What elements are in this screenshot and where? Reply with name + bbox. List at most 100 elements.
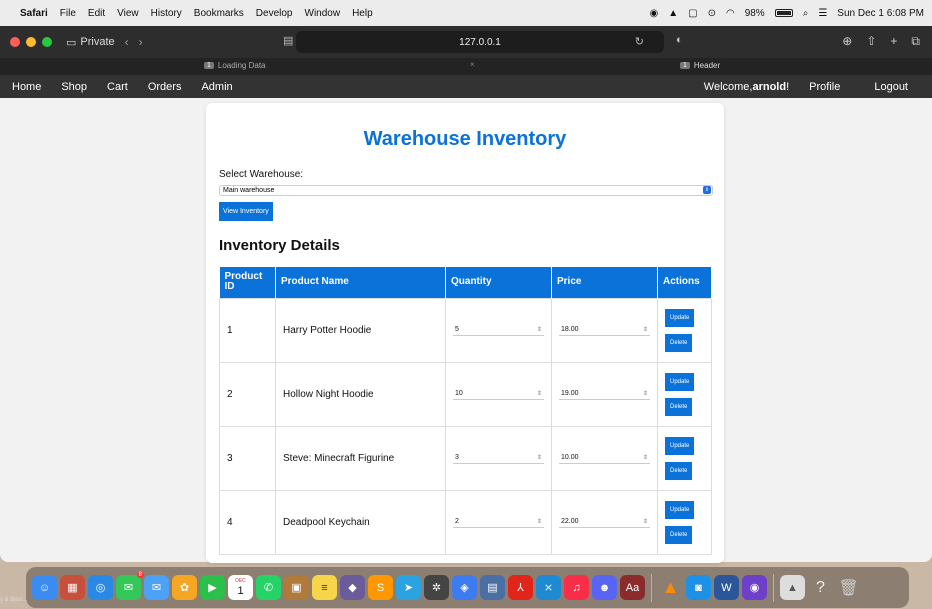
zoom-window-icon[interactable]	[42, 37, 52, 47]
nav-home[interactable]: Home	[0, 81, 51, 93]
mail-icon[interactable]: ✉	[144, 575, 169, 600]
nav-logout[interactable]: Logout	[850, 81, 932, 93]
battery-icon[interactable]	[774, 9, 793, 17]
back-icon[interactable]: ‹	[125, 35, 129, 49]
menu-bookmarks[interactable]: Bookmarks	[194, 8, 244, 19]
tab-overview-icon[interactable]: ▤	[283, 34, 293, 47]
view-inventory-button[interactable]: View Inventory	[219, 202, 273, 221]
quantity-input[interactable]: 2 ⇕	[453, 517, 544, 528]
whatsapp-icon[interactable]: ✆	[256, 575, 281, 600]
menu-history[interactable]: History	[151, 8, 182, 19]
close-tab-icon[interactable]: ×	[470, 60, 475, 69]
inventory-card: Warehouse Inventory Select Warehouse: Ma…	[206, 103, 724, 563]
chatgpt-icon[interactable]: ✲	[424, 575, 449, 600]
screen-mirror-icon[interactable]: ▢	[688, 8, 697, 19]
menu-app-name[interactable]: Safari	[20, 8, 48, 19]
download-icon[interactable]: ⊕	[842, 34, 852, 49]
private-indicator[interactable]: ▭ Private	[66, 36, 115, 49]
menu-edit[interactable]: Edit	[88, 8, 105, 19]
acrobat-icon[interactable]: ⅄	[508, 575, 533, 600]
nav-admin[interactable]: Admin	[191, 81, 242, 93]
nav-shop[interactable]: Shop	[51, 81, 97, 93]
matlab-icon[interactable]: ◆	[340, 575, 365, 600]
update-button[interactable]: Update	[665, 436, 695, 455]
nav-cart[interactable]: Cart	[97, 81, 138, 93]
stepper-icon[interactable]: ⇕	[643, 325, 648, 335]
spotlight-icon[interactable]: ⌕	[803, 8, 809, 19]
calendar-icon[interactable]: DEC 1	[228, 575, 253, 600]
quantity-input[interactable]: 5 ⇕	[453, 325, 544, 336]
notes-icon[interactable]: ≡	[312, 575, 337, 600]
minimize-window-icon[interactable]	[26, 37, 36, 47]
preview-icon[interactable]: ▲	[780, 575, 805, 600]
menu-window[interactable]: Window	[305, 8, 341, 19]
nav-orders[interactable]: Orders	[138, 81, 192, 93]
price-input[interactable]: 10.00 ⇕	[559, 453, 650, 464]
github-icon[interactable]: ◉	[742, 575, 767, 600]
clock[interactable]: Sun Dec 1 6:08 PM	[837, 8, 924, 19]
menu-file[interactable]: File	[60, 8, 76, 19]
new-tab-icon[interactable]: +	[890, 34, 897, 49]
play-icon[interactable]: ⊙	[708, 8, 716, 19]
facetime-icon[interactable]: ▶	[200, 575, 225, 600]
safari-icon[interactable]: ◎	[88, 575, 113, 600]
control-center-icon[interactable]: ☰	[818, 8, 827, 19]
forward-icon[interactable]: ›	[139, 35, 143, 49]
tableplus-icon[interactable]: ▤	[480, 575, 505, 600]
share-icon[interactable]: ⇧	[866, 34, 876, 49]
welcome-prefix: Welcome,	[703, 80, 753, 93]
vlc-menu-icon[interactable]: ▲	[668, 8, 678, 19]
messages-icon[interactable]: ✉ 8	[116, 572, 144, 600]
update-button[interactable]: Update	[665, 372, 695, 391]
menu-help[interactable]: Help	[352, 8, 373, 19]
stepper-icon[interactable]: ⇕	[643, 517, 648, 527]
app-icon[interactable]: ▣	[284, 575, 309, 600]
vlc-icon[interactable]: ▲	[658, 575, 683, 600]
stepper-icon[interactable]: ⇕	[643, 389, 648, 399]
trash-icon[interactable]: 🗑	[836, 575, 861, 600]
docker-icon[interactable]: ◙	[686, 575, 711, 600]
address-bar[interactable]: 127.0.0.1 ↻	[296, 31, 664, 53]
stepper-icon[interactable]: ⇕	[643, 453, 648, 463]
reload-icon[interactable]: ↻	[635, 35, 644, 48]
quantity-input[interactable]: 3 ⇕	[453, 453, 544, 464]
price-input[interactable]: 18.00 ⇕	[559, 325, 650, 336]
dictionary-icon[interactable]: Aa	[620, 575, 645, 600]
delete-button[interactable]: Delete	[665, 525, 693, 544]
wifi-icon[interactable]: ◠	[726, 8, 735, 19]
finder-icon[interactable]: ☺	[32, 575, 57, 600]
price-input[interactable]: 19.00 ⇕	[559, 389, 650, 400]
menu-view[interactable]: View	[117, 8, 139, 19]
sublime-icon[interactable]: S	[368, 575, 393, 600]
launchpad-icon[interactable]: ▦	[60, 575, 85, 600]
price-input[interactable]: 22.00 ⇕	[559, 517, 650, 528]
stepper-icon[interactable]: ⇕	[537, 453, 542, 463]
help-icon[interactable]: ?	[808, 575, 833, 600]
delete-button[interactable]: Delete	[665, 397, 693, 416]
nav-profile[interactable]: Profile	[799, 81, 850, 93]
vscode-icon[interactable]: ⨯	[536, 575, 561, 600]
music-icon[interactable]: ♫	[564, 575, 589, 600]
stepper-icon[interactable]: ⇕	[537, 389, 542, 399]
update-button[interactable]: Update	[665, 500, 695, 519]
menu-develop[interactable]: Develop	[256, 8, 293, 19]
tab-header[interactable]: 1 Header	[680, 61, 720, 70]
word-icon[interactable]: W	[714, 575, 739, 600]
tabs-icon[interactable]: ⧉	[911, 34, 920, 49]
warehouse-select[interactable]: Main warehouse ⇕	[219, 185, 713, 196]
section-title: Inventory Details	[219, 237, 340, 254]
stepper-icon[interactable]: ⇕	[537, 517, 542, 527]
vscode-alt-icon[interactable]: ◈	[452, 575, 477, 600]
tab-loading-data[interactable]: 1 Loading Data	[204, 61, 266, 70]
stepper-icon[interactable]: ⇕	[537, 325, 542, 335]
delete-button[interactable]: Delete	[665, 333, 693, 352]
photos-icon[interactable]: ✿	[172, 575, 197, 600]
quantity-input[interactable]: 10 ⇕	[453, 389, 544, 400]
telegram-icon[interactable]: ➤	[396, 575, 421, 600]
discord-icon[interactable]: ☻	[592, 575, 617, 600]
update-button[interactable]: Update	[665, 308, 695, 327]
delete-button[interactable]: Delete	[665, 461, 693, 480]
audio-icon[interactable]: ◉	[649, 8, 658, 19]
close-window-icon[interactable]	[10, 37, 20, 47]
shield-icon[interactable]: ◐	[676, 34, 683, 46]
